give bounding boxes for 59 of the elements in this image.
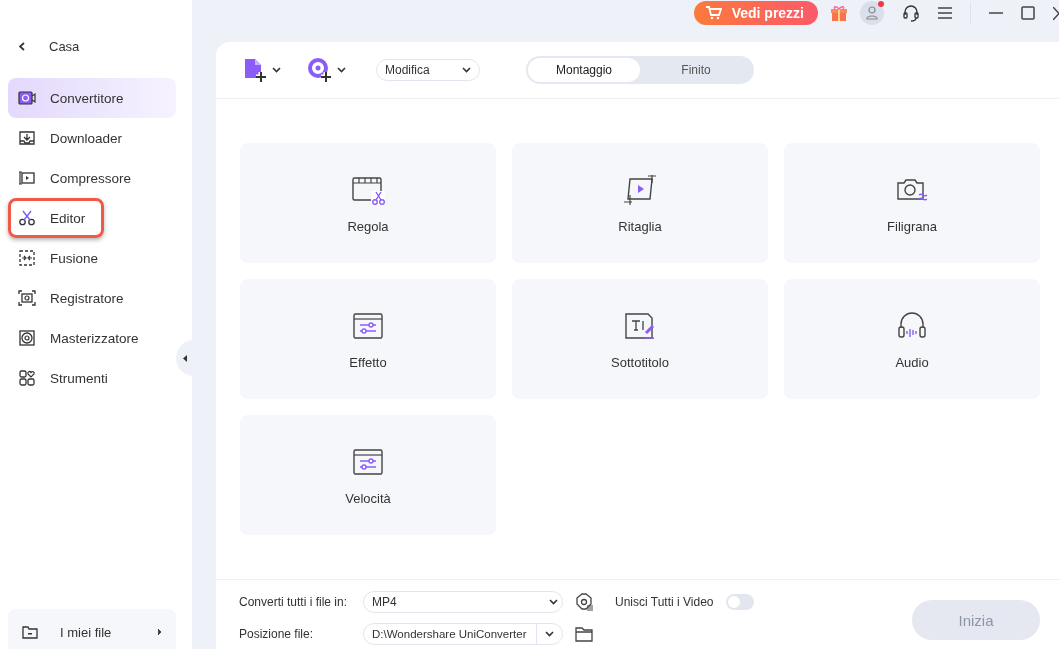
- sidebar-icon: [18, 209, 36, 227]
- sidebar-item[interactable]: Fusione: [8, 238, 176, 278]
- tool-card[interactable]: Filigrana: [784, 143, 1040, 263]
- user-icon: [866, 6, 878, 20]
- my-files-item[interactable]: I miei file: [8, 609, 176, 649]
- merge-toggle[interactable]: [725, 594, 754, 610]
- tool-card[interactable]: Audio: [784, 279, 1040, 399]
- tool-icon: [895, 311, 929, 341]
- sidebar-item[interactable]: Downloader: [8, 118, 176, 158]
- tool-card[interactable]: Regola: [240, 143, 496, 263]
- sidebar-item[interactable]: Editor: [8, 198, 104, 238]
- sidebar-item[interactable]: Registratore: [8, 278, 176, 318]
- folder-icon[interactable]: [575, 626, 593, 642]
- headset-icon[interactable]: [902, 4, 920, 22]
- caret-icon: [337, 67, 346, 73]
- tool-icon: [623, 311, 657, 341]
- close-icon[interactable]: [1053, 6, 1059, 20]
- sidebar-icon: [18, 329, 36, 347]
- tool-card[interactable]: Velocità: [240, 415, 496, 535]
- add-file-icon: [242, 57, 268, 83]
- tool-icon: [623, 175, 657, 205]
- tool-icon: [351, 311, 385, 341]
- sidebar-icon: [18, 369, 36, 387]
- gift-icon[interactable]: [830, 4, 848, 22]
- cart-icon: [705, 6, 722, 20]
- sidebar-icon: [18, 89, 36, 107]
- maximize-icon[interactable]: [1021, 6, 1035, 20]
- sidebar-icon: [18, 129, 36, 147]
- tool-card[interactable]: Ritaglia: [512, 143, 768, 263]
- location-label: Posizione file:: [239, 626, 315, 642]
- caret-icon: [549, 599, 558, 605]
- account-avatar[interactable]: [860, 1, 884, 25]
- back-icon[interactable]: [19, 41, 25, 51]
- tool-card[interactable]: Sottotitolo: [512, 279, 768, 399]
- caret-icon: [462, 67, 471, 73]
- sidebar-item[interactable]: Convertitore: [8, 78, 176, 118]
- sidebar-item[interactable]: Compressore: [8, 158, 176, 198]
- tool-icon: [351, 175, 385, 205]
- add-file-button[interactable]: [242, 57, 281, 83]
- caret-icon: [272, 67, 281, 73]
- sidebar-icon: [18, 289, 36, 307]
- merge-label: Unisci Tutti i Video: [615, 594, 714, 610]
- menu-icon[interactable]: [938, 7, 952, 19]
- settings-icon[interactable]: [575, 593, 593, 611]
- caret-icon: [545, 631, 554, 637]
- tool-card[interactable]: Effetto: [240, 279, 496, 399]
- folder-icon: [22, 625, 38, 639]
- add-disc-icon: [307, 57, 333, 83]
- sidebar-item[interactable]: Strumenti: [8, 358, 176, 398]
- format-label: Converti tutti i file in:: [239, 594, 349, 610]
- sidebar-icon: [18, 249, 36, 267]
- view-tab[interactable]: Finito: [640, 58, 752, 82]
- add-media-button[interactable]: [307, 57, 346, 83]
- sidebar-item[interactable]: Masterizzatore: [8, 318, 176, 358]
- view-tab[interactable]: Montaggio: [528, 58, 640, 82]
- home-link[interactable]: Casa: [49, 38, 80, 54]
- tool-icon: [351, 447, 385, 477]
- chevron-right-icon: [157, 628, 162, 636]
- sidebar-icon: [18, 169, 36, 187]
